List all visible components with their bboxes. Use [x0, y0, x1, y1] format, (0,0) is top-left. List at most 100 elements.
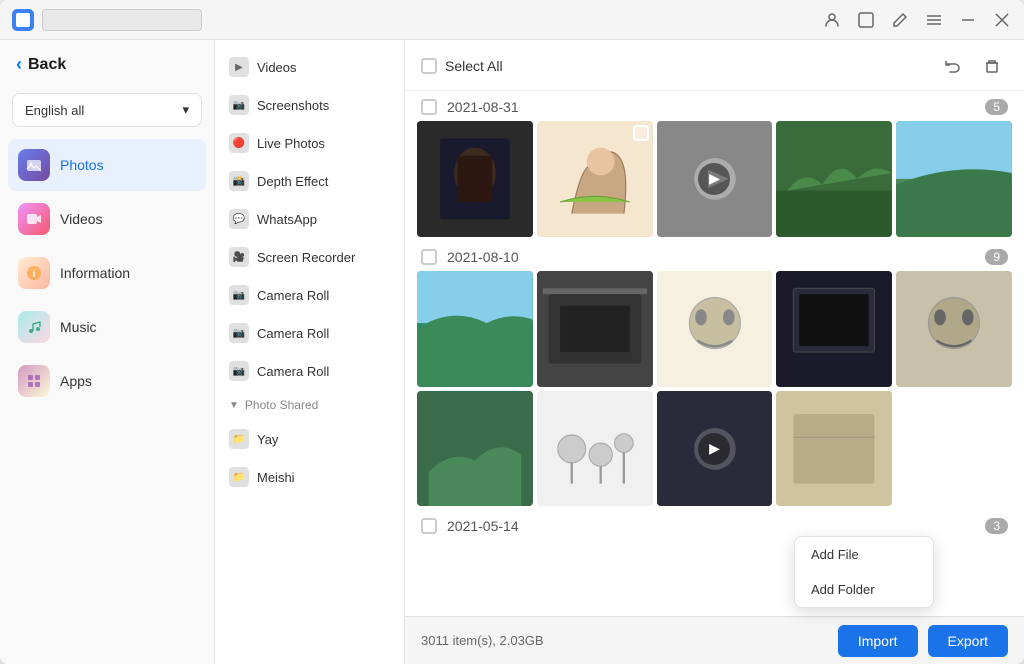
- photo-cell[interactable]: [417, 121, 533, 237]
- sub-camera-roll-2-label: Camera Roll: [257, 326, 329, 341]
- user-icon[interactable]: [822, 10, 842, 30]
- date-group-2021-08-31: 2021-08-31 5 ▶: [417, 91, 1012, 237]
- sub-camera-roll-1-icon: 📷: [229, 285, 249, 305]
- context-menu: Add File Add Folder: [794, 536, 934, 608]
- context-add-file[interactable]: Add File: [795, 537, 933, 572]
- sub-item-depth-effect[interactable]: 📸 Depth Effect: [215, 162, 404, 200]
- photo-shared-chevron-icon: ▼: [229, 400, 239, 411]
- sub-meishi-icon: 📁: [229, 467, 249, 487]
- select-all-checkbox[interactable]: [421, 58, 437, 74]
- titlebar-left: [12, 9, 202, 31]
- sub-camera-roll-3-label: Camera Roll: [257, 364, 329, 379]
- sub-item-camera-roll-3[interactable]: 📷 Camera Roll: [215, 352, 404, 390]
- date-checkbox-3[interactable]: [421, 518, 437, 534]
- titlebar: [0, 0, 1024, 40]
- photo-cell[interactable]: [537, 121, 653, 237]
- nav-items: Photos Videos i Information: [0, 135, 214, 411]
- sub-depth-effect-icon: 📸: [229, 171, 249, 191]
- photo-grid-2b: ▶: [417, 391, 1012, 507]
- pen-icon[interactable]: [890, 10, 910, 30]
- photo-cell[interactable]: [776, 271, 892, 387]
- sub-live-photos-label: Live Photos: [257, 136, 325, 151]
- sidebar-item-information[interactable]: i Information: [8, 247, 206, 299]
- photo-grid-2: [417, 271, 1012, 387]
- sub-screenshots-icon: 📷: [229, 95, 249, 115]
- sub-whatsapp-label: WhatsApp: [257, 212, 317, 227]
- apps-label: Apps: [60, 373, 92, 389]
- back-label: Back: [28, 56, 66, 74]
- photo-cell[interactable]: [896, 271, 1012, 387]
- date-checkbox-1[interactable]: [421, 99, 437, 115]
- date-count-2: 9: [985, 249, 1008, 265]
- sub-item-screen-recorder[interactable]: 🎥 Screen Recorder: [215, 238, 404, 276]
- sub-meishi-label: Meishi: [257, 470, 295, 485]
- photo-select-checkbox[interactable]: [633, 125, 649, 141]
- sub-videos-icon: ▶: [229, 57, 249, 77]
- photo-cell[interactable]: [537, 391, 653, 507]
- app-icon-inner: [16, 13, 30, 27]
- play-icon: ▶: [698, 163, 730, 195]
- export-button[interactable]: Export: [928, 625, 1008, 657]
- content-area: Select All 2021-08: [405, 40, 1024, 664]
- photo-cell[interactable]: [537, 271, 653, 387]
- window-icon[interactable]: [856, 10, 876, 30]
- sidebar-item-videos[interactable]: Videos: [8, 193, 206, 245]
- sub-screen-recorder-label: Screen Recorder: [257, 250, 355, 265]
- sub-camera-roll-1-label: Camera Roll: [257, 288, 329, 303]
- sidebar-item-music[interactable]: Music: [8, 301, 206, 353]
- menu-icon[interactable]: [924, 10, 944, 30]
- main-window: ‹ Back English all ▾ Photos Vid: [0, 0, 1024, 664]
- sub-screenshots-label: Screenshots: [257, 98, 329, 113]
- date-count-3: 3: [985, 518, 1008, 534]
- apps-icon: [18, 365, 50, 397]
- sub-yay-icon: 📁: [229, 429, 249, 449]
- delete-button[interactable]: [976, 50, 1008, 82]
- photo-cell[interactable]: [776, 121, 892, 237]
- select-all-label: Select All: [445, 58, 503, 74]
- sub-sidebar: ▶ Videos 📷 Screenshots 🔴 Live Photos 📸 D…: [215, 40, 405, 664]
- content-header: Select All: [405, 40, 1024, 91]
- play-icon: ▶: [698, 433, 730, 465]
- photos-label: Photos: [60, 157, 104, 173]
- photo-cell[interactable]: [896, 121, 1012, 237]
- language-selector[interactable]: English all ▾: [12, 93, 202, 127]
- undo-button[interactable]: [936, 50, 968, 82]
- sub-item-whatsapp[interactable]: 💬 WhatsApp: [215, 200, 404, 238]
- close-icon[interactable]: [992, 10, 1012, 30]
- photo-cell[interactable]: ▶: [657, 391, 773, 507]
- photo-cell[interactable]: ▶: [657, 121, 773, 237]
- sub-item-yay[interactable]: 📁 Yay: [215, 420, 404, 458]
- title-input[interactable]: [42, 9, 202, 31]
- sidebar-item-photos[interactable]: Photos: [8, 139, 206, 191]
- sub-yay-label: Yay: [257, 432, 278, 447]
- photo-shared-header[interactable]: ▼ Photo Shared: [215, 390, 404, 420]
- bottom-bar: 3011 item(s), 2.03GB Import Export: [405, 616, 1024, 664]
- import-button[interactable]: Import: [838, 625, 918, 657]
- info-icon: i: [18, 257, 50, 289]
- back-arrow-icon: ‹: [16, 54, 22, 75]
- sub-item-screenshots[interactable]: 📷 Screenshots: [215, 86, 404, 124]
- photo-cell[interactable]: [657, 271, 773, 387]
- photo-cell[interactable]: [417, 391, 533, 507]
- sub-item-meishi[interactable]: 📁 Meishi: [215, 458, 404, 496]
- sub-item-camera-roll-2[interactable]: 📷 Camera Roll: [215, 314, 404, 352]
- back-button[interactable]: ‹ Back: [0, 40, 214, 89]
- sub-videos-label: Videos: [257, 60, 297, 75]
- date-label-2: 2021-08-10: [447, 249, 519, 265]
- photo-cell[interactable]: [776, 391, 892, 507]
- sub-item-live-photos[interactable]: 🔴 Live Photos: [215, 124, 404, 162]
- videos-label: Videos: [60, 211, 103, 227]
- context-add-folder[interactable]: Add Folder: [795, 572, 933, 607]
- language-label: English all: [25, 103, 84, 118]
- minimize-icon[interactable]: [958, 10, 978, 30]
- main-content: ‹ Back English all ▾ Photos Vid: [0, 40, 1024, 664]
- sub-item-videos[interactable]: ▶ Videos: [215, 48, 404, 86]
- videos-icon: [18, 203, 50, 235]
- photo-cell[interactable]: [417, 271, 533, 387]
- app-icon: [12, 9, 34, 31]
- sub-item-camera-roll-1[interactable]: 📷 Camera Roll: [215, 276, 404, 314]
- date-header-2: 2021-08-10 9: [417, 241, 1012, 271]
- date-checkbox-2[interactable]: [421, 249, 437, 265]
- sidebar-item-apps[interactable]: Apps: [8, 355, 206, 407]
- titlebar-controls: [822, 10, 1012, 30]
